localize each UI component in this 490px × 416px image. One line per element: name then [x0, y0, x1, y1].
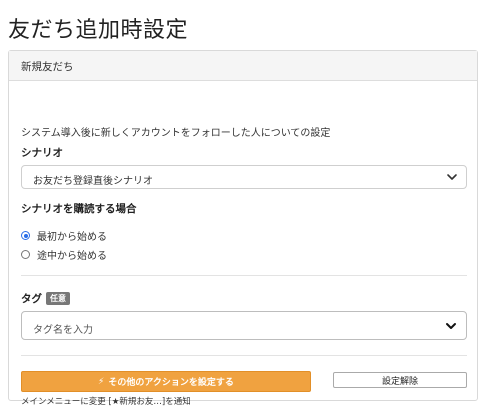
radio-label: 途中から始める	[37, 251, 107, 262]
radio-start-from-beginning[interactable]: 最初から始める	[21, 228, 107, 243]
page-title: 友だち追加時設定	[8, 18, 189, 43]
chevron-down-icon	[446, 323, 456, 329]
panel-description: システム導入後に新しくアカウントをフォローした人についての設定	[21, 128, 331, 139]
tag-input[interactable]: タグ名を入力	[21, 311, 467, 340]
panel-header: 新規友だち	[9, 51, 477, 81]
tag-label-row: タグ 任意	[21, 291, 70, 306]
scenario-select[interactable]: お友だち登録直後シナリオ	[21, 165, 467, 189]
radio-button-checked[interactable]	[21, 231, 30, 240]
notification-note: メインメニューに変更 [★新規お友…]を通知	[21, 397, 191, 407]
radio-button-unchecked[interactable]	[21, 250, 30, 259]
subscribe-label: シナリオを購読する場合	[21, 203, 137, 215]
scenario-label: シナリオ	[21, 147, 63, 159]
lightning-icon: ⚡	[98, 376, 105, 387]
divider	[21, 355, 467, 356]
other-actions-button[interactable]: ⚡ その他のアクションを設定する	[21, 371, 311, 392]
scenario-select-value: お友だち登録直後シナリオ	[33, 176, 153, 187]
other-actions-label: その他のアクションを設定する	[108, 378, 234, 388]
radio-start-from-middle[interactable]: 途中から始める	[21, 247, 107, 262]
tag-input-placeholder: タグ名を入力	[33, 325, 93, 336]
divider	[21, 275, 467, 276]
radio-label: 最初から始める	[37, 232, 107, 243]
reset-button[interactable]: 設定解除	[333, 372, 467, 388]
tag-label: タグ	[21, 293, 42, 305]
optional-badge: 任意	[46, 292, 70, 305]
chevron-down-icon	[447, 174, 457, 180]
new-friend-panel: 新規友だち システム導入後に新しくアカウントをフォローした人についての設定 シナ…	[8, 50, 478, 407]
